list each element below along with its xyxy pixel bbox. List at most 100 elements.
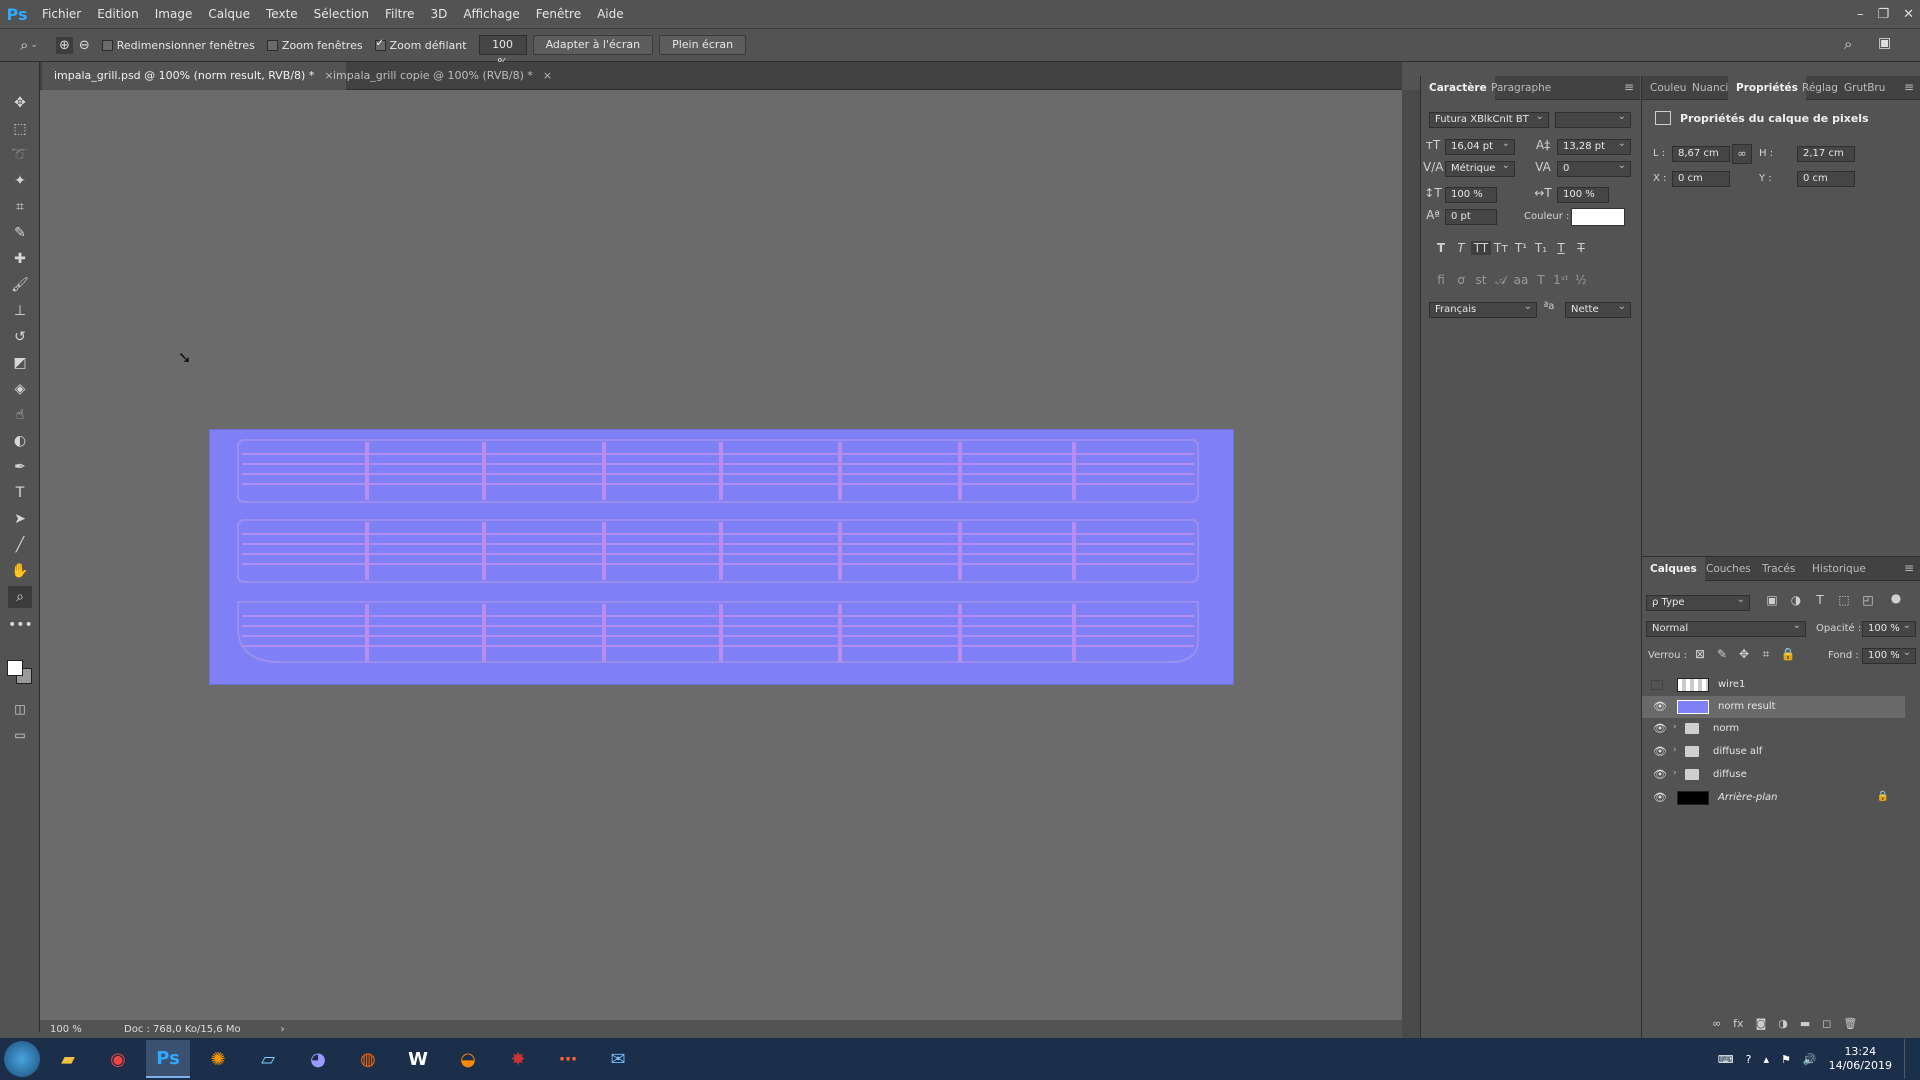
history-brush-icon[interactable]: ↺ [8,326,32,348]
new-adjustment-icon[interactable]: ◑ [1778,1017,1788,1030]
fill-field[interactable]: 100 % [1862,646,1916,664]
zoom-tool-icon[interactable]: ⌕ [8,586,32,608]
filter-type-icon[interactable]: T [1810,593,1830,607]
menu-image[interactable]: Image [147,0,201,28]
photoshop-taskbar-icon[interactable]: Ps [146,1040,190,1078]
start-button[interactable] [4,1041,40,1077]
ps-logo[interactable]: Ps [0,5,34,24]
fill-screen-button[interactable]: Plein écran [659,35,747,55]
w-app-icon[interactable]: W [396,1040,440,1078]
zoom-out-icon[interactable]: ⊖ [79,38,90,53]
checkbox-box[interactable] [374,38,386,51]
expand-arrow-icon[interactable]: › [1673,768,1677,778]
healing-brush-icon[interactable]: ✚ [8,248,32,270]
lock-pixels-icon[interactable]: ✎ [1712,647,1732,661]
hand-tool-icon[interactable]: ✋ [8,560,32,582]
all-caps-icon[interactable]: TT [1471,241,1491,255]
link-dimensions-icon[interactable]: ∞ [1732,144,1752,164]
zoom-all-checkbox[interactable]: Zoom fenêtres [266,39,363,52]
tab-paragraphe[interactable]: Paragraphe [1483,76,1559,100]
language-select[interactable]: Français [1429,300,1537,318]
menu-selection[interactable]: Sélection [306,0,377,28]
keyboard-icon[interactable]: ⌨ [1718,1053,1734,1066]
menu-fenetre[interactable]: Fenêtre [528,0,589,28]
share-app-icon[interactable]: ⋯ [546,1040,590,1078]
path-select-icon[interactable]: ➤ [8,508,32,530]
foreground-color-swatch[interactable] [7,660,23,676]
font-size-field[interactable]: 16,04 pt [1445,137,1515,155]
layer-row-norm[interactable]: 👁 › norm [1642,718,1905,740]
move-tool-icon[interactable]: ✥ [8,92,32,114]
firefox-icon[interactable]: ◍ [346,1040,390,1078]
filter-smart-icon[interactable]: ◰ [1858,593,1878,607]
panel-menu-icon[interactable]: ≡ [1904,80,1914,94]
layer-filter-select[interactable]: ρ Type [1646,593,1750,611]
scrubby-zoom-checkbox[interactable]: Zoom défilant [374,38,467,52]
screen-mode-icon[interactable]: ▭ [8,724,32,746]
opacity-field[interactable]: 100 % [1862,619,1916,637]
width-field[interactable]: 8,67 cm [1672,146,1730,162]
brush-tool-icon[interactable]: 🖌 [8,274,32,296]
minimize-button[interactable]: – [1857,7,1864,22]
new-group-icon[interactable]: ▬ [1800,1017,1810,1030]
panel-menu-icon[interactable]: ≡ [1904,561,1914,575]
horizontal-scale-field[interactable]: 100 % [1557,187,1609,203]
tab-traces[interactable]: Tracés [1754,557,1803,581]
visibility-toggle[interactable] [1651,680,1663,690]
y-field[interactable]: 0 cm [1797,171,1855,187]
filter-toggle-icon[interactable]: ● [1886,591,1906,605]
expand-arrow-icon[interactable]: › [1673,722,1677,732]
checkbox-box[interactable] [266,39,278,51]
tray-expand-icon[interactable]: ▴ [1763,1053,1769,1066]
antialias-select[interactable]: Nette [1565,300,1631,318]
zoom-tool-preset-icon[interactable]: ⌕ [20,36,28,54]
text-color-swatch[interactable] [1571,208,1625,226]
resize-windows-checkbox[interactable]: Redimensionner fenêtres [101,39,255,52]
eye-icon[interactable]: 👁 [1653,745,1667,758]
add-mask-icon[interactable]: ◙ [1756,1017,1767,1030]
menu-3d[interactable]: 3D [422,0,455,28]
vertical-scale-field[interactable]: 100 % [1445,187,1497,203]
show-desktop[interactable] [1904,1039,1910,1079]
blender-icon[interactable]: ◒ [446,1040,490,1078]
pen-tool-icon[interactable]: ✒ [8,456,32,478]
clock[interactable]: 13:24 14/06/2019 [1829,1045,1892,1073]
tab-couches[interactable]: Couches [1698,557,1759,581]
chevron-down-icon[interactable]: ⌄ [30,40,38,50]
new-layer-icon[interactable]: ◻ [1822,1017,1831,1030]
trash-icon[interactable]: 🗑 [1843,1017,1857,1030]
workspace-icon[interactable]: ▣ [1878,35,1891,51]
filter-shape-icon[interactable]: ⬚ [1834,593,1854,607]
firefox-alt-icon[interactable]: ✺ [196,1040,240,1078]
volume-icon[interactable]: 🔊 [1803,1053,1817,1066]
document-canvas[interactable] [209,429,1234,685]
layer-row-diffuse-alf[interactable]: 👁 › diffuse alf [1642,741,1905,763]
kerning-select[interactable]: Métrique [1445,159,1515,177]
search-icon[interactable]: ⌕ [1844,35,1852,53]
menu-filtre[interactable]: Filtre [377,0,422,28]
mail-icon[interactable]: ✉ [596,1040,640,1078]
menu-affichage[interactable]: Affichage [455,0,527,28]
menu-calque[interactable]: Calque [200,0,258,28]
small-caps-icon[interactable]: Tт [1491,241,1511,255]
lock-transparency-icon[interactable]: ⊠ [1690,647,1710,661]
stylistic-alt-icon[interactable]: aa [1511,273,1531,287]
tab-calques[interactable]: Calques [1642,557,1705,581]
ordinals-icon[interactable]: 1ˢᵗ [1551,273,1571,287]
subscript-icon[interactable]: T₁ [1531,241,1551,255]
type-tool-icon[interactable]: T [8,482,32,504]
old-style-icon[interactable]: ơ [1451,273,1471,287]
lock-artboard-icon[interactable]: ⌗ [1756,647,1776,662]
layer-row-diffuse[interactable]: 👁 › diffuse [1642,764,1905,786]
faux-italic-icon[interactable]: T [1451,241,1471,255]
flag-icon[interactable]: ⚑ [1781,1053,1791,1066]
explorer-icon[interactable]: ▰ [46,1040,90,1078]
eye-icon[interactable]: 👁 [1653,722,1667,735]
font-family-select[interactable]: Futura XBlkCnIt BT [1429,110,1549,128]
lock-all-icon[interactable]: 🔒 [1778,647,1798,661]
checkbox-box[interactable] [101,39,113,51]
eraser-tool-icon[interactable]: ◩ [8,352,32,374]
marquee-tool-icon[interactable]: ⬚ [8,118,32,140]
vertical-scrollbar[interactable] [1402,90,1420,1038]
layer-row-norm-result[interactable]: 👁 norm result [1642,696,1905,718]
